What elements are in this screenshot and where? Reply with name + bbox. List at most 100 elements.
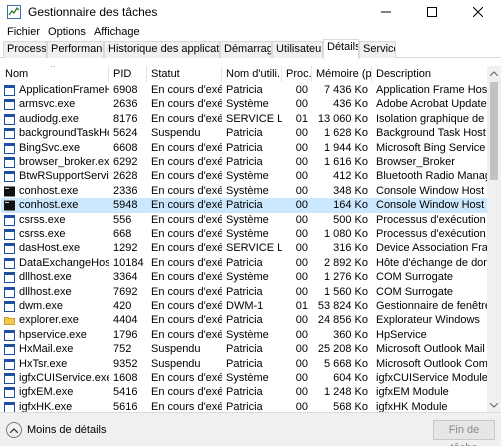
process-name: conhost.exe bbox=[19, 199, 79, 212]
process-name-cell: ApplicationFrameHo... bbox=[1, 83, 109, 97]
process-name-cell: dwm.exe bbox=[1, 299, 109, 313]
process-desc-cell: Background Task Host bbox=[376, 127, 486, 140]
column-header-description[interactable]: Description bbox=[372, 66, 487, 82]
menu-fichier[interactable]: Fichier bbox=[3, 25, 44, 39]
process-mem-cell: 24 856 Ko bbox=[317, 314, 368, 327]
mail-icon bbox=[4, 344, 15, 356]
process-desc-cell: HpService bbox=[376, 328, 427, 341]
process-name-cell: HxTsr.exe bbox=[1, 357, 109, 371]
fewer-details-button[interactable]: Moins de détails bbox=[6, 421, 107, 439]
column-header-memoire[interactable]: Mémoire (p... bbox=[312, 66, 372, 82]
process-user-cell: Système bbox=[226, 328, 269, 341]
process-cpu-cell: 00 bbox=[295, 357, 308, 370]
menu-affichage[interactable]: Affichage bbox=[90, 25, 144, 39]
process-name: armsvc.exe bbox=[19, 98, 76, 111]
table-row[interactable]: browser_broker.exe 6292 En cours d'exéc...… bbox=[1, 155, 487, 169]
process-status-cell: En cours d'exéc... bbox=[151, 84, 222, 96]
table-row[interactable]: audiodg.exe 8176 En cours d'exéc... SERVICE… bbox=[1, 112, 487, 126]
process-mem-cell: 25 208 Ko bbox=[317, 343, 368, 356]
table-row[interactable]: armsvc.exe 2636 En cours d'exéc... Système 0… bbox=[1, 97, 487, 111]
tab-utilisateurs[interactable]: Utilisateurs bbox=[272, 41, 323, 58]
scroll-up-arrow-icon[interactable] bbox=[487, 66, 501, 80]
table-row[interactable]: dllhost.exe 7692 En cours d'exéc... Patrici… bbox=[1, 285, 487, 299]
process-name: dwm.exe bbox=[19, 300, 64, 312]
process-cpu-cell: 00 bbox=[295, 400, 308, 412]
process-user-cell: Patricia bbox=[226, 141, 263, 154]
process-pid-cell: 556 bbox=[113, 213, 132, 226]
process-user-cell: Système bbox=[226, 98, 269, 111]
process-mem-cell: 348 Ko bbox=[333, 184, 368, 197]
process-desc-cell: Console Window Host bbox=[376, 184, 485, 197]
process-name-cell: igfxHK.exe bbox=[1, 400, 109, 412]
process-mem-cell: 360 Ko bbox=[333, 328, 368, 341]
process-status-cell: Suspendu bbox=[151, 357, 201, 370]
table-row[interactable]: csrss.exe 668 En cours d'exéc... Système 00 1… bbox=[1, 227, 487, 241]
process-mem-cell: 1 944 Ko bbox=[323, 141, 368, 154]
process-name-cell: BtwRSupportService... bbox=[1, 169, 109, 183]
column-header-processeur[interactable]: Proc... bbox=[282, 66, 312, 82]
column-header-utilisateur[interactable]: Nom d'utili... bbox=[222, 66, 282, 82]
end-task-button[interactable]: Fin de tâche bbox=[433, 420, 495, 446]
process-status-cell: En cours d'exéc... bbox=[151, 328, 222, 341]
table-row[interactable]: ApplicationFrameHo... 6908 En cours d'exéc… bbox=[1, 83, 487, 97]
table-row[interactable]: dwm.exe 420 En cours d'exéc... DWM-1 01 53 82… bbox=[1, 299, 487, 313]
table-row[interactable]: explorer.exe 4404 En cours d'exéc... Patric… bbox=[1, 313, 487, 327]
window-title: Gestionnaire des tâches bbox=[28, 5, 158, 19]
column-header-nom[interactable]: ^ Nom bbox=[1, 66, 109, 82]
table-row[interactable]: csrss.exe 556 En cours d'exéc... Système 00 5… bbox=[1, 213, 487, 227]
table-row[interactable]: conhost.exe 5948 En cours d'exéc... Patrici… bbox=[1, 198, 487, 213]
process-mem-cell: 1 628 Ko bbox=[323, 127, 368, 140]
process-cpu-cell: 01 bbox=[295, 300, 308, 312]
vertical-scrollbar[interactable] bbox=[487, 66, 501, 412]
window-icon bbox=[4, 214, 15, 226]
process-cpu-cell: 00 bbox=[295, 386, 308, 399]
process-mem-cell: 13 060 Ko bbox=[317, 112, 368, 125]
process-status-cell: En cours d'exéc... bbox=[151, 300, 222, 312]
scrollbar-thumb[interactable] bbox=[490, 82, 498, 180]
process-status-cell: En cours d'exéc... bbox=[151, 271, 222, 284]
tab-services[interactable]: Services bbox=[359, 41, 396, 58]
process-pid-cell: 6608 bbox=[113, 141, 138, 154]
table-row[interactable]: hpservice.exe 1796 En cours d'exéc... Systè… bbox=[1, 328, 487, 342]
process-desc-cell: Adobe Acrobat Update S... bbox=[376, 98, 487, 111]
table-row[interactable]: igfxHK.exe 5616 En cours d'exéc... Patricia… bbox=[1, 400, 487, 412]
column-header-pid[interactable]: PID bbox=[109, 66, 147, 82]
table-row[interactable]: backgroundTaskHost... 5624 Suspendu Patrici… bbox=[1, 126, 487, 140]
table-row[interactable]: igfxCUIService.exe 1608 En cours d'exéc...… bbox=[1, 371, 487, 385]
table-row[interactable]: HxTsr.exe 9352 Suspendu Patricia 00 5 668 Ko M… bbox=[1, 357, 487, 371]
window-icon bbox=[4, 387, 15, 399]
table-row[interactable]: BtwRSupportService... 2628 En cours d'exéc… bbox=[1, 169, 487, 183]
tab-historique[interactable]: Historique des applications bbox=[104, 41, 220, 58]
table-row[interactable]: dllhost.exe 3364 En cours d'exéc... Système… bbox=[1, 270, 487, 284]
process-name-cell: armsvc.exe bbox=[1, 97, 109, 111]
process-cpu-cell: 00 bbox=[295, 184, 308, 197]
table-row[interactable]: conhost.exe 2336 En cours d'exéc... Système… bbox=[1, 184, 487, 198]
process-cpu-cell: 00 bbox=[295, 213, 308, 226]
close-button[interactable] bbox=[455, 0, 501, 24]
scroll-down-arrow-icon[interactable] bbox=[487, 398, 501, 412]
table-row[interactable]: dasHost.exe 1292 En cours d'exéc... SERVICE… bbox=[1, 241, 487, 255]
tab-performance[interactable]: Performance bbox=[47, 41, 104, 58]
process-desc-cell: Device Association Fram... bbox=[376, 242, 487, 255]
process-desc-cell: Microsoft Bing Service bbox=[376, 141, 486, 154]
process-name: HxTsr.exe bbox=[19, 357, 68, 370]
tab-demarrage[interactable]: Démarrage bbox=[220, 41, 272, 58]
process-cpu-cell: 00 bbox=[295, 98, 308, 111]
table-row[interactable]: HxMail.exe 752 Suspendu Patricia 00 25 208 Ko… bbox=[1, 342, 487, 356]
process-status-cell: En cours d'exéc... bbox=[151, 141, 222, 154]
process-desc-cell: igfxCUIService Module bbox=[376, 372, 487, 384]
column-header-statut[interactable]: Statut bbox=[147, 66, 222, 82]
process-cpu-cell: 00 bbox=[295, 228, 308, 240]
menu-options[interactable]: Options bbox=[44, 25, 90, 39]
table-row[interactable]: DataExchangeHost.e... 10184 En cours d'exé… bbox=[1, 256, 487, 270]
table-row[interactable]: igfxEM.exe 5416 En cours d'exéc... Patricia… bbox=[1, 385, 487, 399]
process-status-cell: En cours d'exéc... bbox=[151, 156, 222, 168]
maximize-button[interactable] bbox=[409, 0, 455, 24]
process-name-cell: backgroundTaskHost... bbox=[1, 126, 109, 140]
tab-details[interactable]: Détails bbox=[323, 39, 359, 59]
table-row[interactable]: BingSvc.exe 6608 En cours d'exéc... Patrici… bbox=[1, 141, 487, 155]
tab-processus[interactable]: Processus bbox=[3, 41, 47, 58]
minimize-button[interactable] bbox=[363, 0, 409, 24]
process-name-cell: conhost.exe bbox=[1, 184, 109, 198]
process-name-cell: BingSvc.exe bbox=[1, 141, 109, 155]
